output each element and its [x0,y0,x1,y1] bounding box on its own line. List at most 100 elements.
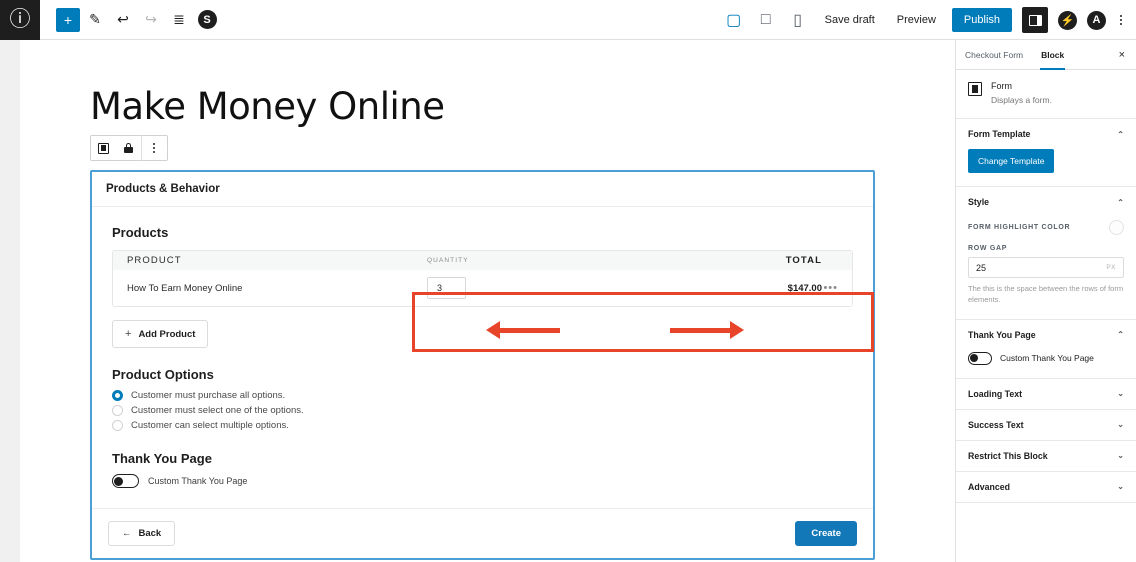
list-view-icon: ≣ [173,11,185,27]
panel-restrict-this-block: Restrict This Block ⌄ [956,441,1136,472]
product-name: How To Earn Money Online [127,282,243,294]
add-product-button[interactable]: + Add Product [112,320,209,348]
panel-header-form-template[interactable]: Form Template ⌃ [956,119,1136,149]
arrow-shaft [670,327,730,333]
desktop-icon: ▢ [726,12,742,29]
block-options-button[interactable] [142,136,166,160]
radio-icon-selected[interactable] [112,390,123,401]
panel-header-advanced[interactable]: Advanced ⌄ [956,472,1136,502]
total-price: $147.00 [787,282,822,294]
panel-header-restrict-this-block[interactable]: Restrict This Block ⌄ [956,441,1136,471]
panel-success-text: Success Text ⌄ [956,410,1136,441]
row-gap-label: ROW GAP [968,245,1008,252]
mobile-view-button[interactable]: ▯ [787,9,809,31]
undo-button[interactable]: ↩ [110,7,136,33]
plus-icon: + [63,11,73,28]
details-button[interactable]: S [194,7,220,33]
tab-checkout-form[interactable]: Checkout Form [956,40,1032,69]
radio-icon[interactable] [112,420,123,431]
radio-icon[interactable] [112,405,123,416]
tablet-view-button[interactable]: □ [755,9,777,31]
panel-body-form-template: Change Template [956,149,1136,186]
panel-title: Advanced [968,481,1011,492]
panel-advanced: Advanced ⌄ [956,472,1136,503]
custom-thank-you-toggle-row[interactable]: Custom Thank You Page [112,474,853,488]
close-icon[interactable]: × [1119,40,1136,69]
undo-arrow-icon: ↩ [117,11,129,27]
panel-header-thank-you-page[interactable]: Thank You Page ⌃ [956,320,1136,350]
color-swatch-button[interactable] [1109,220,1124,235]
editor-body: Make Money Online Products & Behavior Pr… [0,40,1136,562]
back-label: Back [138,528,162,539]
desktop-view-button[interactable]: ▢ [723,9,745,31]
lock-block-button[interactable] [116,136,141,160]
change-template-button[interactable]: Change Template [968,149,1055,173]
preview-button[interactable]: Preview [891,10,942,30]
account-circle-icon[interactable]: A [1087,10,1106,30]
toggle-switch-off[interactable] [968,351,992,365]
toggle-switch-off[interactable] [112,474,139,488]
create-button[interactable]: Create [795,521,857,546]
block-toolbar [90,135,168,161]
panel-title: Style [968,197,990,207]
back-button[interactable]: ← Back [108,521,176,546]
row-gap-value: 25 [976,262,987,273]
editor-tools-group: + ✎ ↩ ↪ ≣ S [40,7,220,33]
editor-actions-group: ▢ □ ▯ Save draft Preview Publish ⚡ A [723,0,1126,40]
chevron-up-icon: ⌃ [1117,330,1124,340]
toggle-knob [114,476,123,486]
product-options-heading: Product Options [112,367,214,382]
lock-icon [124,143,133,153]
chevron-down-icon: ⌄ [1117,420,1124,430]
arrow-shaft [500,327,560,333]
publish-button[interactable]: Publish [951,8,1012,32]
product-option-row[interactable]: Customer can select multiple options. [112,420,853,431]
toggle-knob [970,354,978,363]
tab-block[interactable]: Block [1032,40,1073,70]
panel-header-style[interactable]: Style ⌃ [956,187,1136,217]
page-title[interactable]: Make Money Online [90,85,955,128]
add-block-button[interactable]: + [56,7,80,32]
product-option-label: Customer must purchase all options. [131,390,286,401]
list-view-button[interactable]: ≣ [166,7,192,33]
panel-title: Loading Text [968,388,1023,399]
block-info-description: Displays a form. [991,95,1052,105]
edit-tool-button[interactable]: ✎ [82,7,108,33]
panel-title: Restrict This Block [968,450,1048,461]
panel-header-loading-text[interactable]: Loading Text ⌄ [956,379,1136,409]
wordpress-logo-icon[interactable]: ⓘ [0,0,40,40]
column-header-total: TOTAL [785,255,822,266]
row-gap-unit: PX [1106,264,1116,271]
row-gap-input[interactable]: 25 PX [968,257,1124,278]
chevron-down-icon: ⌄ [1117,451,1124,461]
block-info-title: Form [991,81,1012,91]
table-row: How To Earn Money Online 3 $147.00 ••• [113,270,852,306]
row-options-button[interactable]: ••• [822,282,838,294]
save-draft-button[interactable]: Save draft [819,10,881,30]
panel-thank-you-page: Thank You Page ⌃ Custom Thank You Page [956,320,1136,379]
post-content: Make Money Online Products & Behavior Pr… [20,40,955,560]
pencil-icon: ✎ [89,11,101,27]
tablet-icon: □ [760,11,771,28]
editor-canvas-wrapper: Make Money Online Products & Behavior Pr… [0,40,955,562]
annotation-arrow-right [670,321,744,339]
quantity-input[interactable]: 3 [427,277,466,299]
panel-header-success-text[interactable]: Success Text ⌄ [956,410,1136,440]
chevron-up-icon: ⌃ [1117,129,1124,139]
column-header-quantity: QUANTITY [427,257,469,264]
editor-top-bar: ⓘ + ✎ ↩ ↪ ≣ S ▢ □ ▯ Save draft Preview P… [0,0,1136,40]
kebab-menu-icon [149,143,159,153]
product-option-row[interactable]: Customer must purchase all options. [112,390,853,401]
jetpack-icon[interactable]: ⚡ [1058,10,1077,30]
table-header-row: PRODUCT QUANTITY TOTAL [113,251,852,270]
checkout-form-block[interactable]: Products & Behavior Products PRODUCT QUA… [90,170,875,560]
kebab-menu-icon[interactable] [1116,15,1126,25]
redo-button[interactable]: ↪ [138,7,164,33]
product-option-row[interactable]: Customer must select one of the options. [112,405,853,416]
panel-title: Success Text [968,419,1024,430]
form-block-icon [968,82,982,96]
settings-sidebar-toggle[interactable] [1022,7,1048,33]
block-type-button[interactable] [91,136,116,160]
form-highlight-color-row[interactable]: FORM HIGHLIGHT COLOR [968,217,1124,245]
sidebar-custom-thank-you-row[interactable]: Custom Thank You Page [968,350,1124,365]
